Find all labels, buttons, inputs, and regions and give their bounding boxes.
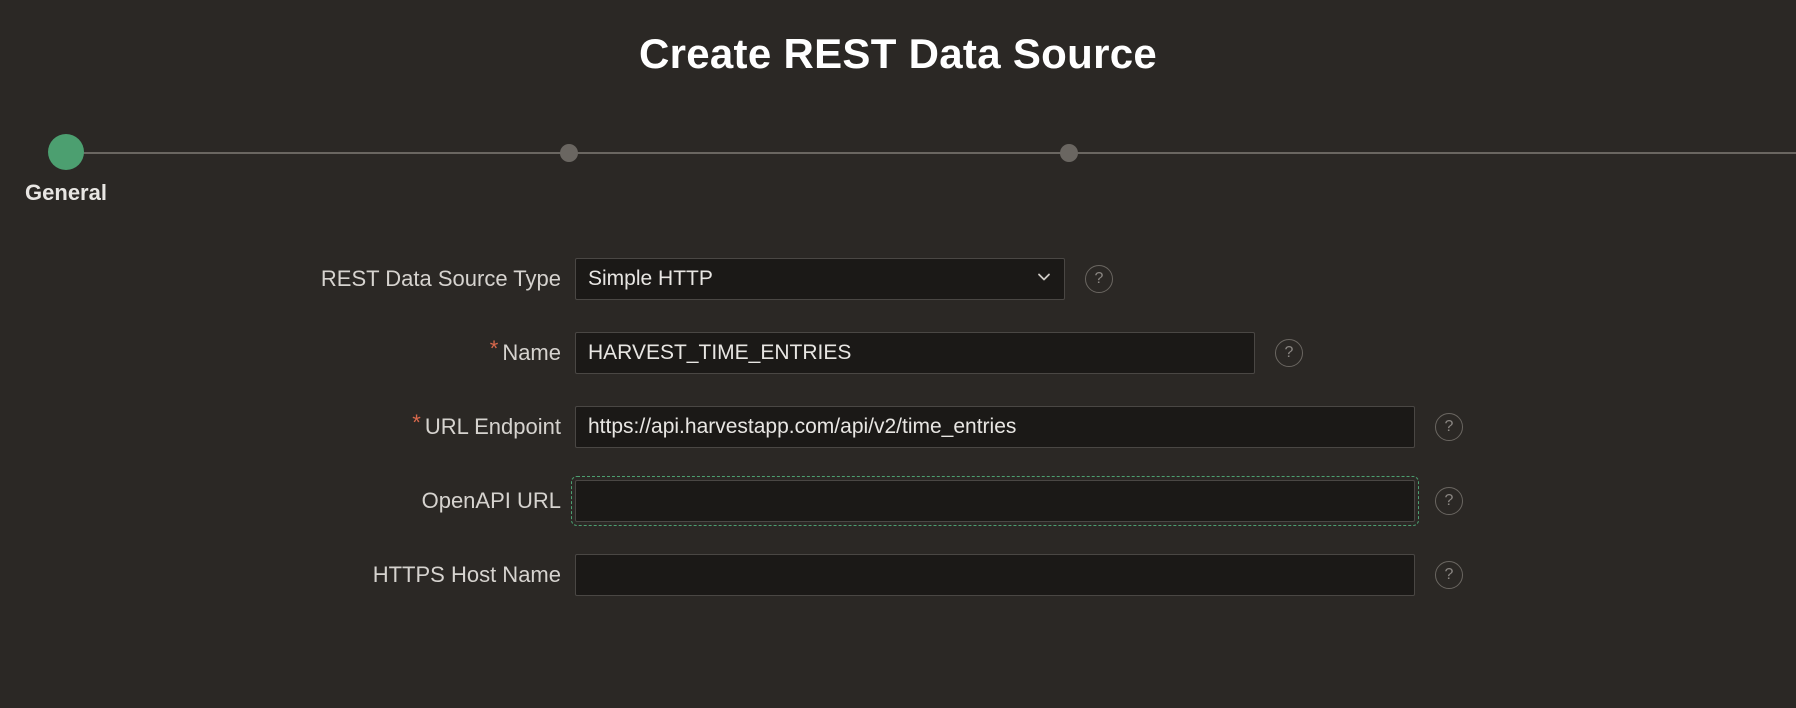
- row-name: *Name ?: [0, 332, 1796, 374]
- label-https-host-name: HTTPS Host Name: [0, 562, 575, 588]
- rest-type-select[interactable]: Simple HTTP: [575, 258, 1065, 300]
- help-icon-name[interactable]: ?: [1275, 339, 1303, 367]
- wizard-train: General: [0, 138, 1796, 218]
- help-icon-url-endpoint[interactable]: ?: [1435, 413, 1463, 441]
- row-url-endpoint: *URL Endpoint ?: [0, 406, 1796, 448]
- wizard-train-line: [65, 152, 1796, 154]
- wizard-step-general-label: General: [25, 180, 107, 206]
- help-icon-openapi-url[interactable]: ?: [1435, 487, 1463, 515]
- label-name: *Name: [0, 340, 575, 366]
- form-general: REST Data Source Type Simple HTTP ? *Nam…: [0, 258, 1796, 596]
- label-rest-type: REST Data Source Type: [0, 266, 575, 292]
- rest-type-select-value: Simple HTTP: [588, 267, 713, 291]
- wizard-step-general-node[interactable]: [48, 134, 84, 170]
- required-icon: *: [490, 336, 499, 361]
- row-rest-type: REST Data Source Type Simple HTTP ?: [0, 258, 1796, 300]
- wizard-step-2-node[interactable]: [560, 144, 578, 162]
- page-title: Create REST Data Source: [0, 30, 1796, 78]
- label-url-endpoint: *URL Endpoint: [0, 414, 575, 440]
- chevron-down-icon: [1036, 267, 1052, 291]
- help-icon-rest-type[interactable]: ?: [1085, 265, 1113, 293]
- url-endpoint-input[interactable]: [575, 406, 1415, 448]
- name-input[interactable]: [575, 332, 1255, 374]
- openapi-url-input[interactable]: [575, 480, 1415, 522]
- label-openapi-url: OpenAPI URL: [0, 488, 575, 514]
- row-https-host-name: HTTPS Host Name ?: [0, 554, 1796, 596]
- wizard-step-3-node[interactable]: [1060, 144, 1078, 162]
- help-icon-https-host-name[interactable]: ?: [1435, 561, 1463, 589]
- https-host-name-input[interactable]: [575, 554, 1415, 596]
- row-openapi-url: OpenAPI URL ?: [0, 480, 1796, 522]
- required-icon: *: [412, 410, 421, 435]
